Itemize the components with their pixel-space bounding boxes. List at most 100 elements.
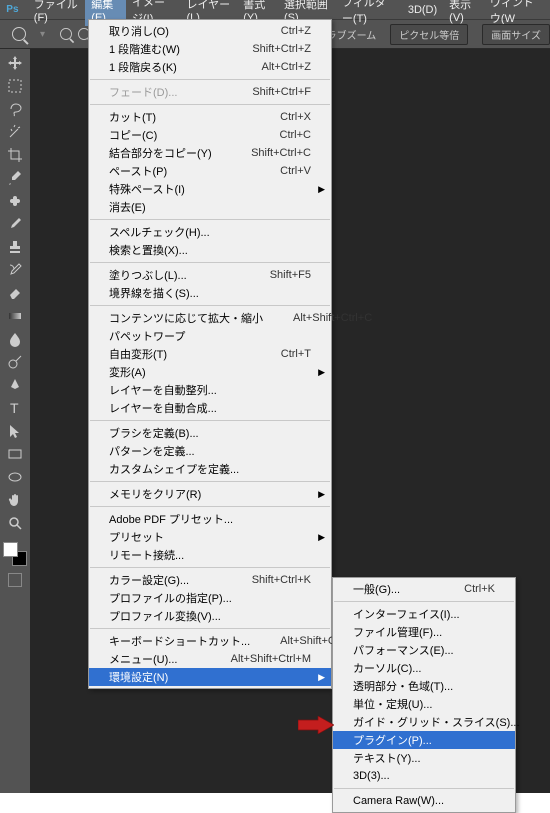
path-select-tool[interactable]: [4, 421, 26, 441]
edit-menu-item-20[interactable]: パペットワープ: [89, 327, 331, 345]
edit-menu-separator: [90, 506, 330, 507]
edit-menu-item-42[interactable]: 環境設定(N)▶: [89, 668, 331, 686]
edit-menu-item-0[interactable]: 取り消し(O)Ctrl+Z: [89, 22, 331, 40]
gradient-tool[interactable]: [4, 306, 26, 326]
type-tool[interactable]: T: [4, 398, 26, 418]
edit-menu-item-label: パターンを定義...: [109, 443, 311, 459]
prefs-menu-item-label: 一般(G)...: [353, 581, 434, 597]
edit-menu-item-30[interactable]: メモリをクリア(R)▶: [89, 485, 331, 503]
edit-menu-item-34[interactable]: リモート接続...: [89, 546, 331, 564]
edit-menu-item-21[interactable]: 自由変形(T)Ctrl+T: [89, 345, 331, 363]
brush-tool[interactable]: [4, 214, 26, 234]
menu-file[interactable]: ファイル(F): [28, 0, 85, 26]
wand-tool[interactable]: [4, 122, 26, 142]
edit-menu-item-26[interactable]: ブラシを定義(B)...: [89, 424, 331, 442]
rectangle-tool[interactable]: [4, 444, 26, 464]
edit-menu-item-22[interactable]: 変形(A)▶: [89, 363, 331, 381]
edit-menu-item-13[interactable]: スペルチェック(H)...: [89, 223, 331, 241]
prefs-menu-item-0[interactable]: 一般(G)... Ctrl+K: [333, 580, 515, 598]
edit-menu-item-11[interactable]: 消去(E): [89, 198, 331, 216]
edit-menu-item-label: フェード(D)...: [109, 84, 222, 100]
prefs-menu-item-label: パフォーマンス(E)...: [353, 642, 495, 658]
prefs-menu-item-7[interactable]: 単位・定規(U)...: [333, 695, 515, 713]
prefs-menu-item-3[interactable]: ファイル管理(F)...: [333, 623, 515, 641]
edit-menu-item-9[interactable]: ペースト(P)Ctrl+V: [89, 162, 331, 180]
edit-menu-item-32[interactable]: Adobe PDF プリセット...: [89, 510, 331, 528]
edit-menu-item-41[interactable]: メニュー(U)...Alt+Shift+Ctrl+M: [89, 650, 331, 668]
edit-menu-item-19[interactable]: コンテンツに応じて拡大・縮小Alt+Shift+Ctrl+C: [89, 309, 331, 327]
zoom-tool[interactable]: [4, 513, 26, 533]
edit-menu-item-37[interactable]: プロファイルの指定(P)...: [89, 589, 331, 607]
edit-menu-separator: [90, 567, 330, 568]
marquee-tool[interactable]: [4, 76, 26, 96]
edit-menu-item-24[interactable]: レイヤーを自動合成...: [89, 399, 331, 417]
lasso-tool[interactable]: [4, 99, 26, 119]
edit-menu-item-2[interactable]: 1 段階戻る(K)Alt+Ctrl+Z: [89, 58, 331, 76]
foreground-color-swatch[interactable]: [3, 542, 18, 557]
edit-menu-item-40[interactable]: キーボードショートカット...Alt+Shift+Ctrl+K: [89, 632, 331, 650]
blur-tool[interactable]: [4, 329, 26, 349]
eraser-tool[interactable]: [4, 283, 26, 303]
app-logo: Ps: [3, 2, 22, 17]
submenu-arrow-icon: ▶: [318, 489, 325, 500]
quick-mask-toggle[interactable]: [8, 573, 22, 587]
edit-menu-item-6[interactable]: カット(T)Ctrl+X: [89, 108, 331, 126]
edit-menu-item-label: レイヤーを自動整列...: [109, 382, 311, 398]
crop-tool[interactable]: [4, 145, 26, 165]
edit-menu-item-7[interactable]: コピー(C)Ctrl+C: [89, 126, 331, 144]
edit-menu-item-16[interactable]: 塗りつぶし(L)...Shift+F5: [89, 266, 331, 284]
pixel-actual-button[interactable]: ピクセル等倍: [390, 24, 468, 45]
prefs-menu-separator: [334, 788, 514, 789]
ellipse-tool[interactable]: [4, 467, 26, 487]
move-tool[interactable]: [4, 53, 26, 73]
hand-tool[interactable]: [4, 490, 26, 510]
history-brush-tool[interactable]: [4, 260, 26, 280]
edit-menu-item-10[interactable]: 特殊ペースト(I)▶: [89, 180, 331, 198]
edit-menu-item-1[interactable]: 1 段階進む(W)Shift+Ctrl+Z: [89, 40, 331, 58]
stamp-tool[interactable]: [4, 237, 26, 257]
preferences-submenu: 一般(G)... Ctrl+K インターフェイス(I)...ファイル管理(F)...…: [332, 577, 516, 813]
dodge-tool[interactable]: [4, 352, 26, 372]
prefs-menu-separator: [334, 601, 514, 602]
edit-menu-item-8[interactable]: 結合部分をコピー(Y)Shift+Ctrl+C: [89, 144, 331, 162]
edit-menu-item-38[interactable]: プロファイル変換(V)...: [89, 607, 331, 625]
healing-tool[interactable]: [4, 191, 26, 211]
edit-menu-item-label: コンテンツに応じて拡大・縮小: [109, 310, 263, 326]
prefs-menu-item-10[interactable]: テキスト(Y)...: [333, 749, 515, 767]
prefs-menu-item-4[interactable]: パフォーマンス(E)...: [333, 641, 515, 659]
edit-menu-item-36[interactable]: カラー設定(G)...Shift+Ctrl+K: [89, 571, 331, 589]
fit-screen-button[interactable]: 画面サイズ: [482, 24, 550, 45]
prefs-menu-item-2[interactable]: インターフェイス(I)...: [333, 605, 515, 623]
edit-menu-item-14[interactable]: 検索と置換(X)...: [89, 241, 331, 259]
prefs-menu-item-13[interactable]: Camera Raw(W)...: [333, 792, 515, 810]
edit-menu-item-label: 特殊ペースト(I): [109, 181, 311, 197]
prefs-menu-item-9[interactable]: プラグイン(P)...: [333, 731, 515, 749]
edit-menu-item-label: カット(T): [109, 109, 250, 125]
eyedropper-tool[interactable]: [4, 168, 26, 188]
zoom-tool-icon: [12, 27, 26, 41]
edit-menu-item-27[interactable]: パターンを定義...: [89, 442, 331, 460]
edit-menu-item-label: ブラシを定義(B)...: [109, 425, 311, 441]
prefs-menu-item-label: Camera Raw(W)...: [353, 795, 495, 807]
menu-view[interactable]: 表示(V): [443, 0, 484, 26]
color-swatches[interactable]: [3, 542, 27, 566]
prefs-menu-item-6[interactable]: 透明部分・色域(T)...: [333, 677, 515, 695]
edit-menu-item-accel: Ctrl+Z: [281, 25, 311, 37]
prefs-menu-item-11[interactable]: 3D(3)...: [333, 767, 515, 785]
prefs-menu-item-5[interactable]: カーソル(C)...: [333, 659, 515, 677]
menu-3d[interactable]: 3D(D): [402, 2, 443, 18]
edit-menu-item-accel: Shift+Ctrl+C: [251, 147, 311, 159]
edit-menu-item-23[interactable]: レイヤーを自動整列...: [89, 381, 331, 399]
edit-menu-item-28[interactable]: カスタムシェイプを定義...: [89, 460, 331, 478]
edit-menu-item-label: カスタムシェイプを定義...: [109, 461, 311, 477]
edit-menu-item-17[interactable]: 境界線を描く(S)...: [89, 284, 331, 302]
prefs-menu-item-accel: Ctrl+K: [464, 583, 495, 595]
edit-menu-item-33[interactable]: プリセット▶: [89, 528, 331, 546]
prefs-menu-item-8[interactable]: ガイド・グリッド・スライス(S)...: [333, 713, 515, 731]
edit-menu-item-label: パペットワープ: [109, 328, 311, 344]
edit-menu-separator: [90, 262, 330, 263]
zoom-mode-icons[interactable]: [59, 27, 91, 41]
submenu-arrow-icon: ▶: [318, 672, 325, 683]
pen-tool[interactable]: [4, 375, 26, 395]
edit-menu-item-accel: Ctrl+C: [280, 129, 311, 141]
